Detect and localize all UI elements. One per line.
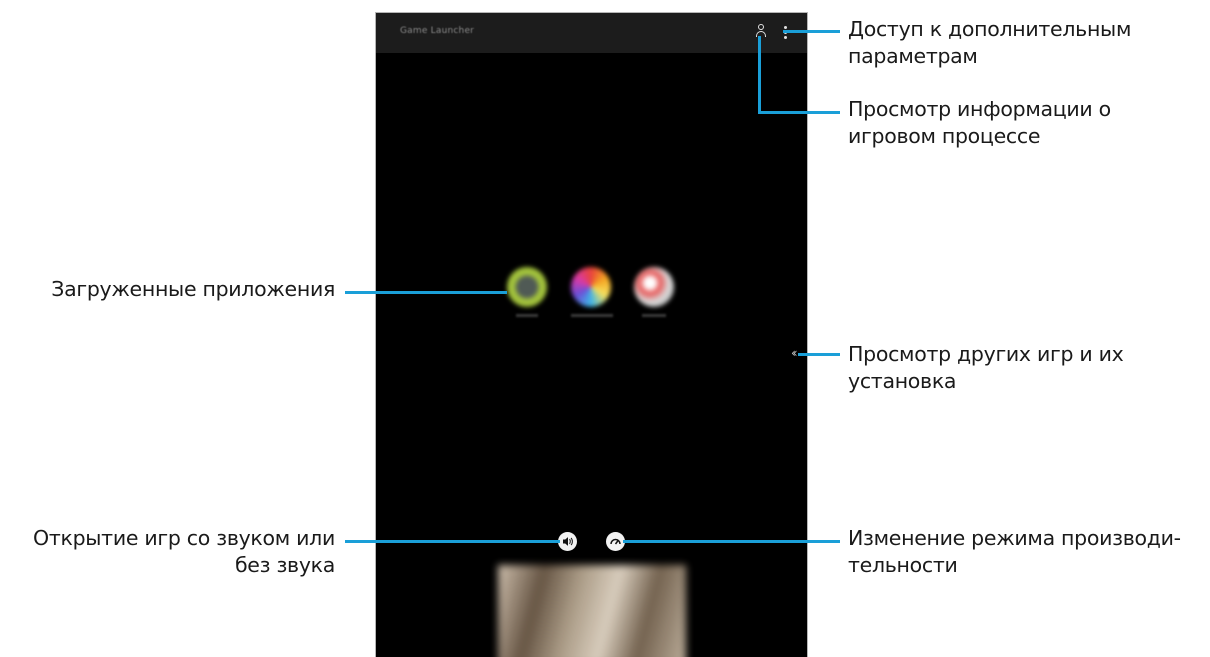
annotation-more-games: Просмотр других игр и их установка	[848, 341, 1124, 395]
annotation-performance-mode: Изменение режима производи- тельности	[848, 525, 1181, 579]
callout-line-info	[758, 111, 840, 114]
annotation-line: Просмотр информации о	[848, 97, 1111, 121]
annotation-line: Открытие игр со звуком или	[33, 526, 335, 550]
more-dot	[784, 36, 787, 39]
profile-icon-head	[758, 24, 764, 30]
more-games-chevron-icon[interactable]: ‹‹	[791, 346, 797, 360]
annotation-line: тельности	[848, 553, 958, 577]
game-app-icon[interactable]	[634, 267, 674, 307]
annotation-additional-options: Доступ к дополнительным параметрам	[848, 16, 1131, 70]
app-label	[571, 314, 613, 317]
annotation-line: Загруженные приложения	[51, 277, 335, 301]
annotation-line: Просмотр других игр и их	[848, 342, 1124, 366]
sound-toggle-button[interactable]	[558, 532, 577, 551]
app-label	[642, 314, 666, 317]
callout-line-performance	[623, 540, 840, 543]
callout-line-apps	[345, 291, 507, 294]
callout-line-options	[783, 30, 840, 33]
speaker-icon	[563, 537, 573, 546]
featured-game-banner[interactable]	[498, 565, 686, 657]
game-app-icon[interactable]	[507, 267, 547, 307]
annotation-line: игровом процессе	[848, 124, 1041, 148]
annotation-line: Изменение режима производи-	[848, 526, 1181, 550]
more-dot	[784, 26, 787, 29]
game-app-icon[interactable]	[571, 267, 611, 307]
app-label	[516, 314, 538, 317]
app-title: Game Launcher	[400, 26, 475, 36]
annotation-gameplay-info: Просмотр информации о игровом процессе	[848, 96, 1111, 150]
annotation-line: Доступ к дополнительным	[848, 17, 1132, 41]
annotation-sound-toggle: Открытие игр со звуком или без звука	[33, 525, 335, 579]
annotation-line: установка	[848, 369, 957, 393]
callout-line-info-vertical	[758, 36, 761, 113]
callout-line-more-games	[798, 353, 840, 356]
device-screen: Game Launcher ‹‹	[375, 12, 808, 657]
annotation-line: параметрам	[848, 44, 978, 68]
annotation-line: без звука	[234, 553, 335, 577]
app-bar: Game Launcher	[376, 13, 807, 53]
more-options-icon[interactable]	[784, 26, 788, 40]
annotation-downloaded-apps: Загруженные приложения	[51, 276, 335, 303]
callout-line-sound	[345, 540, 560, 543]
